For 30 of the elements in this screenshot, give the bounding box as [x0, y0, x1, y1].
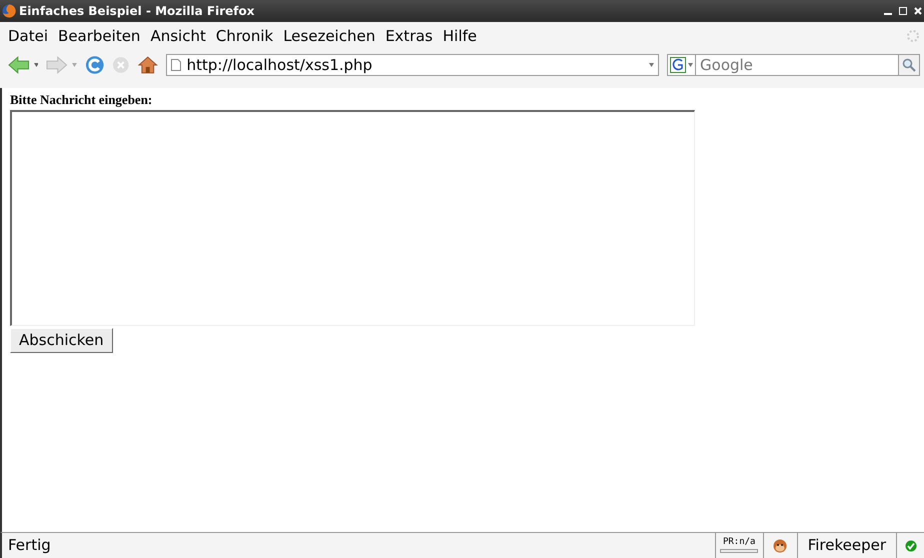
search-field[interactable]: Google	[696, 54, 898, 76]
monkey-icon[interactable]	[773, 538, 788, 552]
throbber-icon	[906, 29, 920, 43]
menu-item[interactable]: Lesezeichen	[283, 24, 376, 48]
menu-item[interactable]: Bearbeiten	[58, 24, 140, 48]
dropdown-icon[interactable]	[34, 63, 38, 67]
menu-item[interactable]: Hilfe	[442, 24, 477, 48]
back-arrow-icon[interactable]	[8, 56, 30, 74]
search-engine-icon[interactable]	[670, 57, 686, 73]
pagerank-panel: PR:n/a	[714, 533, 763, 558]
page-icon	[170, 59, 181, 71]
reload-icon[interactable]	[84, 55, 104, 75]
check-icon	[904, 540, 916, 552]
maximize-icon[interactable]	[899, 7, 907, 15]
browser-logo-icon	[2, 4, 16, 18]
close-icon[interactable]	[914, 7, 922, 15]
field-label: Bitte Nachricht eingeben:	[10, 91, 152, 109]
menu-item[interactable]: Chronik	[216, 24, 274, 48]
dropdown-icon[interactable]	[688, 63, 694, 67]
home-icon[interactable]	[138, 56, 158, 74]
menu-item[interactable]: Extras	[385, 24, 433, 48]
window-title: Einfaches Beispiel - Mozilla Firefox	[19, 3, 254, 20]
extension-label[interactable]: Firekeeper	[796, 533, 896, 558]
menu-item[interactable]: Ansicht	[150, 24, 206, 48]
search-icon[interactable]	[902, 58, 916, 72]
menu-item[interactable]: Datei	[8, 24, 48, 48]
address-bar[interactable]: http://localhost/xss1.php	[166, 54, 660, 76]
dropdown-icon[interactable]	[649, 63, 654, 67]
status-text: Fertig	[7, 535, 52, 556]
submit-button[interactable]: Abschicken	[10, 328, 113, 352]
